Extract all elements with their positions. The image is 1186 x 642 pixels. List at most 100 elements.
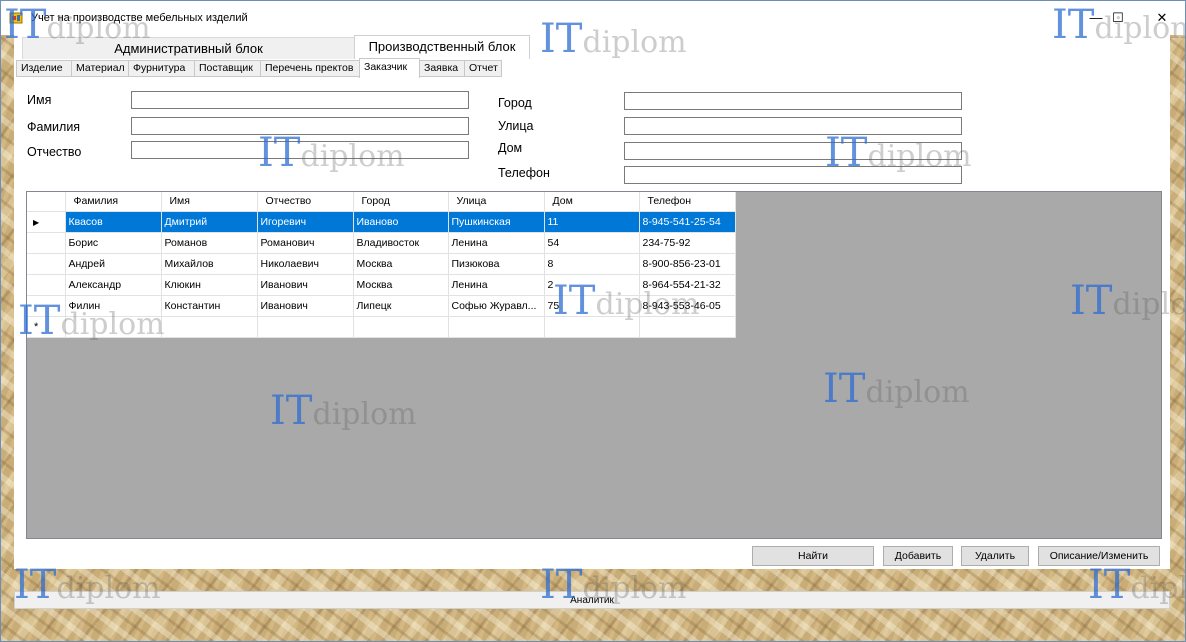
cell-name[interactable]: Романов: [161, 232, 258, 254]
patronymic-label: Отчество: [27, 145, 82, 159]
cell-patronymic[interactable]: Игоревич: [257, 211, 354, 233]
table-row[interactable]: Андрей Михайлов Николаевич Москва Пизюко…: [27, 253, 736, 275]
cell-city[interactable]: Владивосток: [353, 232, 449, 254]
column-header-patronymic[interactable]: Отчество: [257, 192, 354, 212]
name-input[interactable]: [131, 91, 469, 109]
cell-city[interactable]: [353, 316, 449, 338]
tab-production-block[interactable]: Производственный блок: [354, 35, 530, 59]
current-row-marker-icon: ▶: [33, 217, 40, 227]
city-label: Город: [498, 96, 532, 110]
cell-name[interactable]: Михайлов: [161, 253, 258, 275]
header-row: Фамилия Имя Отчество Город Улица Дом Тел…: [27, 192, 736, 212]
row-header-corner: [27, 192, 66, 212]
cell-patronymic[interactable]: Иванович: [257, 274, 354, 296]
new-row-marker-icon: *: [34, 320, 39, 333]
tab-project-list[interactable]: Перечень пректов: [260, 60, 360, 77]
cell-street[interactable]: Пизюкова: [448, 253, 545, 275]
house-label: Дом: [498, 141, 523, 155]
cell-phone[interactable]: 8-943-553-46-05: [639, 295, 736, 317]
cell-city[interactable]: Иваново: [353, 211, 449, 233]
patronymic-input[interactable]: [131, 141, 469, 159]
cell-name[interactable]: Клюкин: [161, 274, 258, 296]
main-panel: Административный блок Производственный б…: [14, 35, 1170, 569]
cell-surname[interactable]: Александр: [65, 274, 162, 296]
cell-surname[interactable]: [65, 316, 162, 338]
cell-house[interactable]: [544, 316, 640, 338]
cell-street[interactable]: [448, 316, 545, 338]
tab-material[interactable]: Материал: [71, 60, 129, 77]
row-header[interactable]: [27, 232, 66, 254]
cell-street[interactable]: Пушкинская: [448, 211, 545, 233]
tab-report[interactable]: Отчет: [464, 60, 502, 77]
column-header-street[interactable]: Улица: [448, 192, 545, 212]
row-header[interactable]: ▶: [27, 211, 66, 233]
city-input[interactable]: [624, 92, 962, 110]
column-header-city[interactable]: Город: [353, 192, 449, 212]
table-row[interactable]: Филин Константин Иванович Липецк Софью Ж…: [27, 295, 736, 317]
cell-phone[interactable]: 8-900-856-23-01: [639, 253, 736, 275]
status-bar: Аналитик: [14, 591, 1170, 609]
row-header[interactable]: [27, 295, 66, 317]
tab-product[interactable]: Изделие: [16, 60, 72, 77]
street-input[interactable]: [624, 117, 962, 135]
cell-street[interactable]: Софью Журавл...: [448, 295, 545, 317]
tab-fittings[interactable]: Фурнитура: [128, 60, 195, 77]
cell-city[interactable]: Липецк: [353, 295, 449, 317]
cell-house[interactable]: 2: [544, 274, 640, 296]
cell-house[interactable]: 54: [544, 232, 640, 254]
cell-surname[interactable]: Филин: [65, 295, 162, 317]
tab-supplier[interactable]: Поставщик: [194, 60, 261, 77]
column-header-surname[interactable]: Фамилия: [65, 192, 162, 212]
surname-input[interactable]: [131, 117, 469, 135]
row-header[interactable]: [27, 253, 66, 275]
column-header-house[interactable]: Дом: [544, 192, 640, 212]
describe-edit-button[interactable]: Описание/Изменить: [1038, 546, 1160, 566]
cell-house[interactable]: 11: [544, 211, 640, 233]
new-row[interactable]: *: [27, 316, 736, 338]
cell-house[interactable]: 8: [544, 253, 640, 275]
delete-button[interactable]: Удалить: [961, 546, 1029, 566]
cell-name[interactable]: Константин: [161, 295, 258, 317]
phone-label: Телефон: [498, 166, 550, 180]
cell-surname[interactable]: Борис: [65, 232, 162, 254]
table-row[interactable]: Александр Клюкин Иванович Москва Ленина …: [27, 274, 736, 296]
customers-grid[interactable]: Фамилия Имя Отчество Город Улица Дом Тел…: [26, 191, 1162, 539]
cell-house[interactable]: 75: [544, 295, 640, 317]
table-row[interactable]: Борис Романов Романович Владивосток Лени…: [27, 232, 736, 254]
cell-phone[interactable]: 234-75-92: [639, 232, 736, 254]
row-header[interactable]: *: [27, 316, 66, 338]
cell-name[interactable]: Дмитрий: [161, 211, 258, 233]
add-button[interactable]: Добавить: [883, 546, 953, 566]
table-row[interactable]: ▶ Квасов Дмитрий Игоревич Иваново Пушкин…: [27, 211, 736, 233]
row-header[interactable]: [27, 274, 66, 296]
tab-admin-block[interactable]: Административный блок: [22, 37, 355, 59]
tab-customer[interactable]: Заказчик: [359, 58, 420, 78]
column-header-phone[interactable]: Телефон: [639, 192, 736, 212]
cell-city[interactable]: Москва: [353, 274, 449, 296]
title-bar: Учет на производстве мебельных изделий —…: [1, 1, 1185, 35]
cell-patronymic[interactable]: Николаевич: [257, 253, 354, 275]
cell-phone[interactable]: [639, 316, 736, 338]
tab-request[interactable]: Заявка: [419, 60, 465, 77]
cell-name[interactable]: [161, 316, 258, 338]
cell-phone[interactable]: 8-945-541-25-54: [639, 211, 736, 233]
cell-phone[interactable]: 8-964-554-21-32: [639, 274, 736, 296]
maximize-button[interactable]: ☐: [1103, 5, 1133, 31]
cell-street[interactable]: Ленина: [448, 232, 545, 254]
cell-city[interactable]: Москва: [353, 253, 449, 275]
cell-patronymic[interactable]: Романович: [257, 232, 354, 254]
column-header-name[interactable]: Имя: [161, 192, 258, 212]
customers-table: Фамилия Имя Отчество Город Улица Дом Тел…: [27, 192, 736, 338]
street-label: Улица: [498, 119, 534, 133]
cell-surname[interactable]: Квасов: [65, 211, 162, 233]
cell-surname[interactable]: Андрей: [65, 253, 162, 275]
status-label: Аналитик: [570, 595, 614, 606]
cell-patronymic[interactable]: [257, 316, 354, 338]
find-button[interactable]: Найти: [752, 546, 874, 566]
close-button[interactable]: ✕: [1147, 5, 1177, 31]
cell-street[interactable]: Ленина: [448, 274, 545, 296]
cell-patronymic[interactable]: Иванович: [257, 295, 354, 317]
house-input[interactable]: [624, 142, 962, 160]
app-icon: [9, 12, 23, 24]
phone-input[interactable]: [624, 166, 962, 184]
